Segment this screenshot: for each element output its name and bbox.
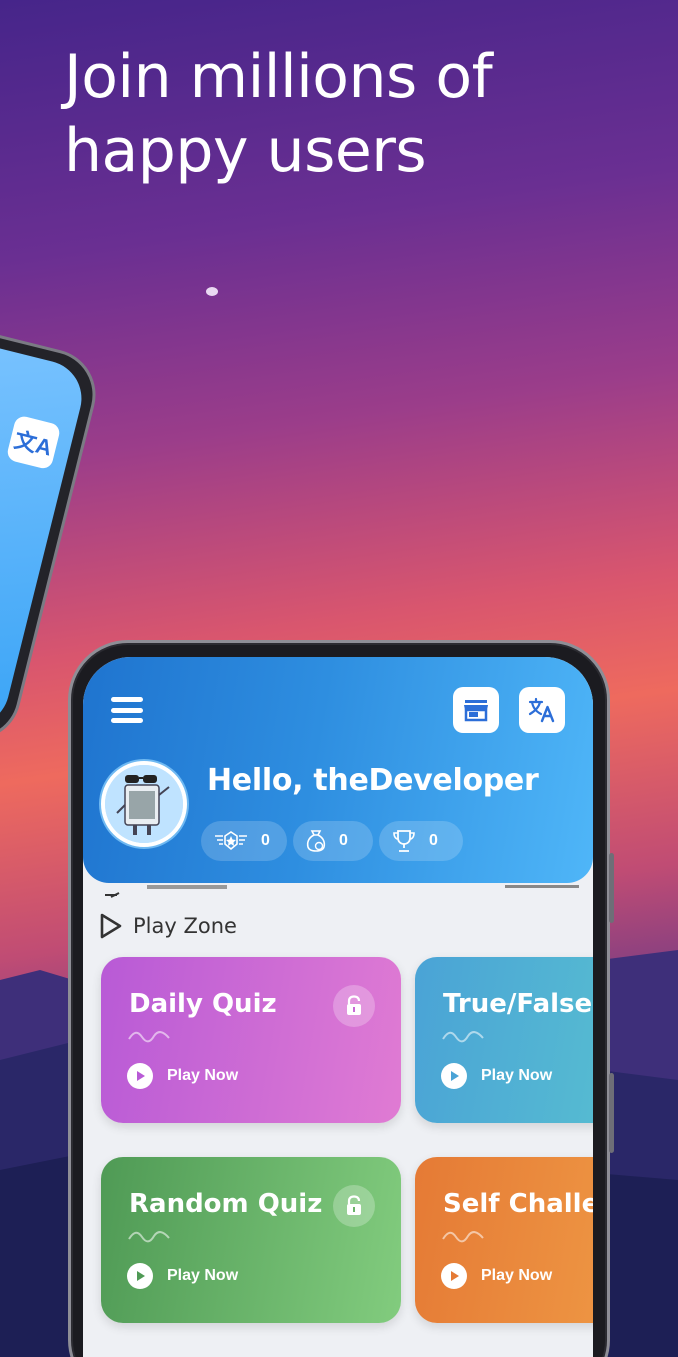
coins-value: 0 (339, 832, 348, 849)
play-icon (441, 1063, 467, 1089)
avatar-image (105, 765, 183, 843)
card-title: Random Quiz (129, 1189, 323, 1219)
squiggle-decoration (128, 1031, 170, 1043)
translate-icon: 文A (5, 414, 62, 471)
language-button[interactable] (519, 687, 565, 733)
play-now-label: Play Now (167, 1067, 239, 1084)
play-now-button[interactable]: Play Now (441, 1263, 552, 1289)
lock-icon (333, 1185, 375, 1227)
card-title: Daily Quiz (129, 989, 277, 1019)
play-now-label: Play Now (481, 1267, 553, 1284)
quiz-card-true-false[interactable]: True/False Play Now (415, 957, 593, 1123)
previous-section-peek (105, 885, 579, 898)
squiggle-decoration (128, 1231, 170, 1243)
phone-side-button (609, 853, 614, 923)
quiz-card-daily[interactable]: Daily Quiz Play Now (101, 957, 401, 1123)
quiz-card-self-challenge[interactable]: Self Challe Play Now (415, 1157, 593, 1323)
decorative-dot (206, 287, 218, 296)
avatar[interactable] (101, 761, 187, 847)
trophy-stat[interactable]: 0 (379, 821, 463, 861)
squiggle-decoration (442, 1031, 484, 1043)
squiggle-decoration (442, 1231, 484, 1243)
coins-stat[interactable]: 0 (293, 821, 373, 861)
app-header: Hello, theDeveloper 0 0 0 (83, 657, 593, 883)
trophy-value: 0 (429, 832, 438, 849)
play-now-button[interactable]: Play Now (127, 1063, 238, 1089)
translate-icon (528, 697, 555, 723)
rank-stat[interactable]: 0 (201, 821, 287, 861)
play-outline-icon (100, 913, 122, 939)
play-now-button[interactable]: Play Now (127, 1263, 238, 1289)
play-icon (127, 1063, 153, 1089)
play-now-label: Play Now (481, 1067, 553, 1084)
card-title: Self Challe (443, 1189, 593, 1219)
user-greeting: Hello, theDeveloper (207, 763, 539, 798)
phone-side-button (609, 1073, 614, 1153)
play-now-button[interactable]: Play Now (441, 1063, 552, 1089)
store-icon (464, 700, 488, 722)
play-icon (441, 1263, 467, 1289)
store-button[interactable] (453, 687, 499, 733)
promo-headline: Join millions of happy users (64, 42, 493, 186)
play-icon (127, 1263, 153, 1289)
lock-icon (333, 985, 375, 1027)
coin-bag-icon (306, 830, 326, 852)
phone-screen: Hello, theDeveloper 0 0 0 Play Zone Dail… (83, 657, 593, 1357)
play-zone-header: Play Zone (99, 913, 237, 939)
rank-value: 0 (261, 832, 270, 849)
rank-badge-icon (215, 831, 247, 851)
phone-mockup: Hello, theDeveloper 0 0 0 Play Zone Dail… (68, 640, 614, 1357)
hamburger-menu-icon[interactable] (111, 697, 143, 723)
quiz-card-random[interactable]: Random Quiz Play Now (101, 1157, 401, 1323)
trophy-icon (393, 830, 415, 852)
card-title: True/False (443, 989, 593, 1019)
play-now-label: Play Now (167, 1267, 239, 1284)
section-title: Play Zone (133, 914, 237, 938)
